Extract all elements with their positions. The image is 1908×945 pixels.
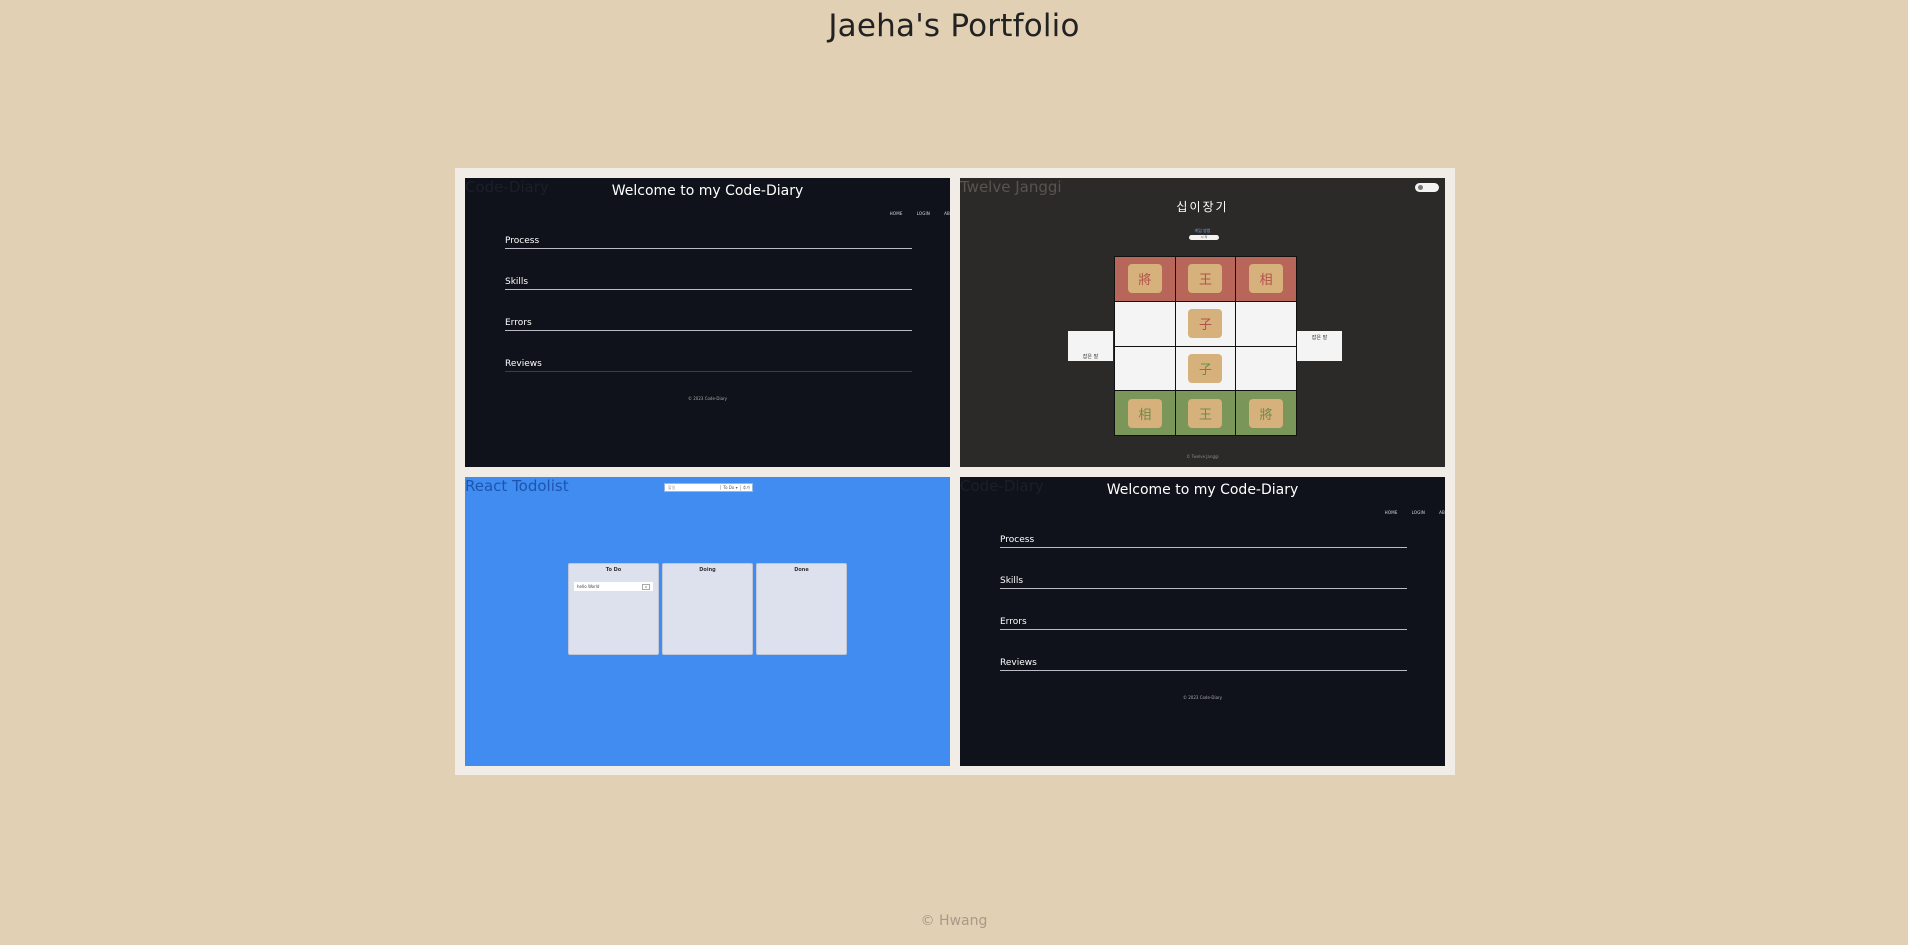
theme-toggle	[1415, 183, 1439, 192]
todo-item-text: hello World	[577, 584, 600, 589]
board-cell: 將	[1115, 257, 1175, 301]
piece: 將	[1249, 398, 1284, 428]
diary-list: Process Skills Errors Reviews	[505, 236, 912, 400]
diary-nav: HOME LOGIN AB	[890, 211, 950, 216]
todo-columns: To Do hello World X Doing Done	[568, 563, 847, 655]
project-card-react-todolist[interactable]: React Todolist 할일 To Do ▾ 추가 To Do hello…	[465, 477, 950, 766]
diary-item-errors: Errors	[1000, 617, 1407, 630]
todo-delete-button: X	[642, 583, 650, 590]
nav-about: AB	[1439, 510, 1445, 515]
board-cell: 將	[1236, 391, 1296, 435]
board-cell: 子	[1175, 301, 1236, 346]
board-cell	[1236, 346, 1296, 391]
diary-item-errors: Errors	[505, 318, 912, 331]
board-cell: 王	[1175, 391, 1236, 435]
diary-list: Process Skills Errors Reviews	[1000, 535, 1407, 699]
column-title: Done	[794, 567, 809, 573]
todo-item: hello World X	[574, 582, 653, 591]
nav-home: HOME	[1384, 510, 1398, 515]
piece: 相	[1127, 398, 1162, 428]
piece: 子	[1188, 309, 1223, 339]
nav-login: LOGIN	[1411, 510, 1426, 515]
column-title: To Do	[605, 567, 622, 573]
board-cell: 子	[1175, 346, 1236, 391]
piece: 王	[1188, 264, 1223, 294]
page-title: Jaeha's Portfolio	[828, 8, 1080, 44]
todo-input-placeholder: 할일	[668, 484, 676, 490]
board-cell	[1115, 301, 1175, 346]
piece: 王	[1188, 398, 1223, 428]
janggi-heading: 십이장기	[1176, 200, 1229, 214]
left-capture-area: 잡은 말	[1068, 331, 1113, 361]
card-title: Code-Diary	[960, 477, 1044, 495]
diary-item-process: Process	[1000, 535, 1407, 548]
todo-column-todo: To Do hello World X	[568, 563, 659, 655]
todo-status-select: To Do ▾	[720, 485, 739, 490]
diary-footer: © 2023 Code-Diary	[687, 396, 728, 401]
janggi-footer: © Twelve Janggi	[1186, 454, 1219, 459]
right-capture-area: 잡은 말	[1297, 331, 1342, 361]
diary-footer: © 2023 Code-Diary	[1182, 695, 1223, 700]
piece: 子	[1188, 353, 1223, 383]
project-card-twelve-janggi[interactable]: Twelve Janggi 십이장기 게임 방법 시 작 잡은 말 잡은 말 將…	[960, 178, 1445, 467]
diary-item-process: Process	[505, 236, 912, 249]
diary-item-skills: Skills	[505, 277, 912, 290]
piece: 將	[1127, 264, 1162, 294]
janggi-start-button: 시 작	[1189, 235, 1219, 240]
project-card-code-diary[interactable]: Code-Diary Welcome to my Code-Diary HOME…	[465, 178, 950, 467]
card-title: React Todolist	[465, 477, 569, 495]
board-cell: 相	[1115, 391, 1175, 435]
todo-input-bar: 할일 To Do ▾ 추가	[664, 483, 753, 492]
page-footer: © Hwang	[920, 913, 988, 929]
project-card-code-diary-2[interactable]: Code-Diary Welcome to my Code-Diary HOME…	[960, 477, 1445, 766]
todo-add-button: 추가	[739, 484, 752, 491]
diary-item-reviews: Reviews	[505, 359, 912, 372]
card-title: Twelve Janggi	[960, 178, 1062, 196]
card-title: Code-Diary	[465, 178, 549, 196]
board-cell	[1236, 301, 1296, 346]
board-cell: 相	[1236, 257, 1296, 301]
janggi-board: 將 王 相 子 子 相 王 將	[1114, 256, 1297, 436]
janggi-rules-link: 게임 방법	[1194, 228, 1211, 233]
todo-column-done: Done	[756, 563, 847, 655]
nav-home: HOME	[889, 211, 903, 216]
board-cell	[1115, 346, 1175, 391]
project-gallery: Code-Diary Welcome to my Code-Diary HOME…	[455, 168, 1455, 775]
board-cell: 王	[1175, 257, 1236, 301]
column-title: Doing	[699, 567, 716, 573]
diary-item-skills: Skills	[1000, 576, 1407, 589]
todo-column-doing: Doing	[662, 563, 753, 655]
diary-item-reviews: Reviews	[1000, 658, 1407, 671]
nav-login: LOGIN	[916, 211, 931, 216]
piece: 相	[1249, 264, 1284, 294]
diary-nav: HOME LOGIN AB	[1385, 510, 1445, 515]
nav-about: AB	[944, 211, 950, 216]
